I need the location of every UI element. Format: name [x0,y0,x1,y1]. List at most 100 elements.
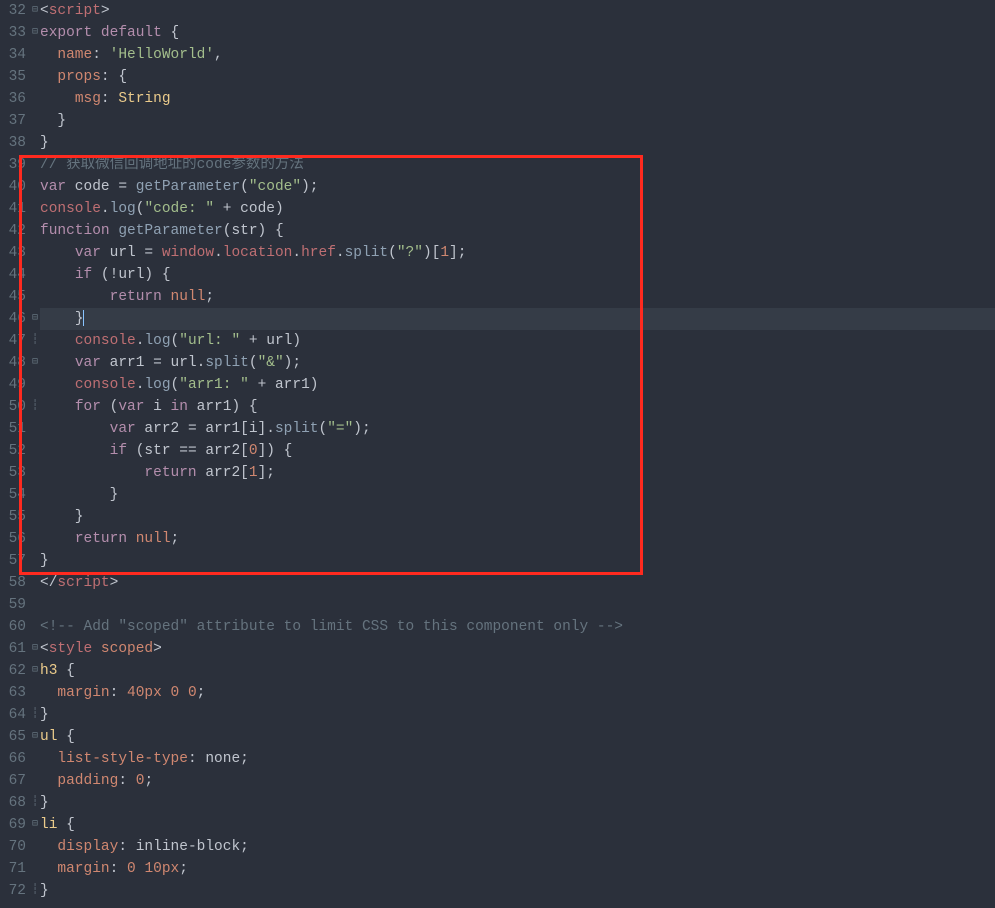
code-line[interactable]: console.log("arr1: " + arr1) [40,374,995,396]
code-line[interactable]: <script> [40,0,995,22]
line-number: 41 [0,198,26,220]
code-line[interactable]: return arr2[1]; [40,462,995,484]
code-line[interactable]: } [40,506,995,528]
line-number: 56 [0,528,26,550]
fold-marker[interactable]: ┆ [30,396,40,418]
fold-marker[interactable]: ⊟ [30,308,40,330]
line-number: 54 [0,484,26,506]
fold-marker [30,374,40,396]
fold-marker[interactable]: ┆ [30,792,40,814]
code-line[interactable]: function getParameter(str) { [40,220,995,242]
fold-marker[interactable]: ⊟ [30,726,40,748]
code-line[interactable]: li { [40,814,995,836]
line-number: 72 [0,880,26,902]
code-line[interactable]: } [40,110,995,132]
fold-marker [30,44,40,66]
fold-marker [30,154,40,176]
code-line[interactable]: } [40,484,995,506]
code-line[interactable]: for (var i in arr1) { [40,396,995,418]
code-line[interactable]: } [40,792,995,814]
line-number: 70 [0,836,26,858]
fold-marker[interactable]: ┆ [30,704,40,726]
line-number: 43 [0,242,26,264]
line-number: 60 [0,616,26,638]
code-line[interactable]: </script> [40,572,995,594]
fold-marker [30,264,40,286]
code-line[interactable]: if (!url) { [40,264,995,286]
code-line[interactable]: margin: 0 10px; [40,858,995,880]
line-number: 37 [0,110,26,132]
line-number: 36 [0,88,26,110]
fold-marker[interactable]: ⊟ [30,660,40,682]
fold-marker [30,66,40,88]
fold-gutter[interactable]: ⊟⊟⊟┆⊟┆⊟⊟┆⊟┆⊟┆ [30,0,40,902]
line-number: 50 [0,396,26,418]
line-number: 61 [0,638,26,660]
code-line[interactable]: <!-- Add "scoped" attribute to limit CSS… [40,616,995,638]
code-line[interactable]: h3 { [40,660,995,682]
code-line[interactable]: var code = getParameter("code"); [40,176,995,198]
fold-marker [30,858,40,880]
fold-marker[interactable]: ┆ [30,330,40,352]
code-line[interactable]: } [40,880,995,902]
fold-marker [30,220,40,242]
code-line[interactable]: var arr1 = url.split("&"); [40,352,995,374]
code-line[interactable]: margin: 40px 0 0; [40,682,995,704]
fold-marker [30,770,40,792]
code-line[interactable]: var arr2 = arr1[i].split("="); [40,418,995,440]
fold-marker[interactable]: ⊟ [30,352,40,374]
code-line[interactable]: // 获取微信回调地址的code参数的方法 [40,154,995,176]
fold-marker [30,242,40,264]
fold-marker [30,682,40,704]
code-line[interactable]: msg: String [40,88,995,110]
code-line[interactable]: } [40,550,995,572]
code-line[interactable]: return null; [40,528,995,550]
code-editor[interactable]: 3233343536373839404142434445464748495051… [0,0,995,902]
line-number: 62 [0,660,26,682]
fold-marker [30,528,40,550]
line-number: 71 [0,858,26,880]
text-cursor [83,310,84,326]
fold-marker [30,484,40,506]
line-number: 57 [0,550,26,572]
fold-marker[interactable]: ⊟ [30,814,40,836]
code-line[interactable]: } [40,308,995,330]
code-line[interactable]: return null; [40,286,995,308]
line-number: 68 [0,792,26,814]
fold-marker [30,198,40,220]
fold-marker [30,418,40,440]
code-line[interactable]: props: { [40,66,995,88]
line-number: 69 [0,814,26,836]
fold-marker [30,748,40,770]
code-line[interactable]: console.log("url: " + url) [40,330,995,352]
code-line[interactable]: var url = window.location.href.split("?"… [40,242,995,264]
line-number: 35 [0,66,26,88]
fold-marker [30,176,40,198]
code-line[interactable]: } [40,132,995,154]
code-line[interactable]: console.log("code: " + code) [40,198,995,220]
code-line[interactable]: <style scoped> [40,638,995,660]
line-number: 48 [0,352,26,374]
line-number: 33 [0,22,26,44]
fold-marker[interactable]: ⊟ [30,0,40,22]
fold-marker[interactable]: ┆ [30,880,40,902]
code-line[interactable]: display: inline-block; [40,836,995,858]
code-line[interactable]: } [40,704,995,726]
code-line[interactable]: list-style-type: none; [40,748,995,770]
code-line[interactable]: name: 'HelloWorld', [40,44,995,66]
fold-marker[interactable]: ⊟ [30,22,40,44]
code-line[interactable] [40,594,995,616]
line-number: 65 [0,726,26,748]
code-line[interactable]: export default { [40,22,995,44]
fold-marker [30,572,40,594]
line-number: 34 [0,44,26,66]
line-number: 38 [0,132,26,154]
fold-marker[interactable]: ⊟ [30,638,40,660]
code-line[interactable]: padding: 0; [40,770,995,792]
code-line[interactable]: ul { [40,726,995,748]
code-line[interactable]: if (str == arr2[0]) { [40,440,995,462]
code-area[interactable]: <script>export default { name: 'HelloWor… [40,0,995,902]
line-number: 52 [0,440,26,462]
line-number: 46 [0,308,26,330]
fold-marker [30,132,40,154]
